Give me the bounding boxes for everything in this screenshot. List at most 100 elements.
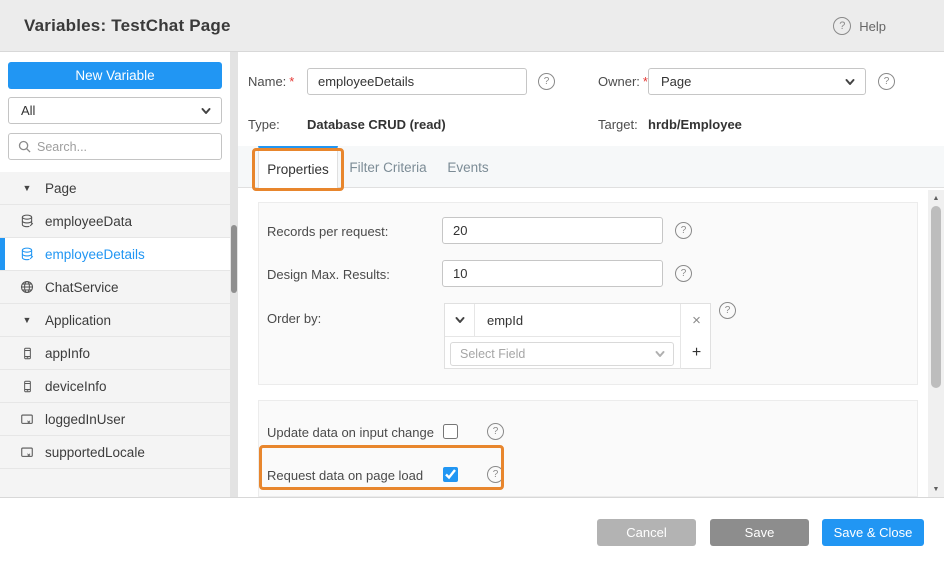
search-input[interactable] <box>37 140 221 154</box>
name-owner-row: Name:* ? Owner:* Page ? <box>238 68 944 95</box>
behavior-card: Update data on input change ? Request da… <box>258 400 918 497</box>
tree-group-page[interactable]: ▼ Page <box>0 172 230 205</box>
scroll-down-arrow[interactable]: ▼ <box>928 483 944 495</box>
sidebar-scrollbar-thumb[interactable] <box>231 225 237 293</box>
chevron-down-icon <box>845 77 855 87</box>
type-target-row: Type: Database CRUD (read) Target: hrdb/… <box>238 117 944 133</box>
tab-filter-criteria[interactable]: Filter Criteria <box>342 146 434 188</box>
required-asterisk: * <box>289 74 294 89</box>
tree-item-loggedinuser[interactable]: loggedInUser <box>0 403 230 436</box>
tree-item-label: ChatService <box>45 280 119 295</box>
name-label: Name:* <box>248 74 294 89</box>
variable-filter-value: All <box>21 103 35 118</box>
chevron-down-icon <box>201 106 211 116</box>
chevron-down-icon <box>455 315 465 325</box>
owner-select[interactable]: Page <box>648 68 866 95</box>
tree-item-deviceinfo[interactable]: deviceInfo <box>0 370 230 403</box>
variable-editor: Name:* ? Owner:* Page ? Type: Database C… <box>238 52 944 497</box>
variable-tree: ▼ Page employeeData employeeDetails <box>0 172 230 497</box>
order-by-actions: × + <box>680 304 711 369</box>
page-title: Variables: TestChat Page <box>24 16 231 36</box>
globe-icon <box>19 279 35 295</box>
owner-help-icon[interactable]: ? <box>878 73 895 90</box>
tree-group-label: Page <box>45 181 77 196</box>
dialog-header: Variables: TestChat Page ? Help <box>0 0 944 52</box>
tree-item-employeedata[interactable]: employeeData <box>0 205 230 238</box>
tree-item-label: deviceInfo <box>45 379 107 394</box>
name-help-icon[interactable]: ? <box>538 73 555 90</box>
tree-item-label: loggedInUser <box>45 412 125 427</box>
scroll-up-arrow[interactable]: ▲ <box>928 192 944 204</box>
owner-value: Page <box>661 74 691 89</box>
tree-item-chatservice[interactable]: ChatService <box>0 271 230 304</box>
tree-item-label: employeeData <box>45 214 132 229</box>
tree-item-label: appInfo <box>45 346 90 361</box>
select-field-dropdown[interactable]: Select Field <box>450 342 674 366</box>
variables-dialog: Variables: TestChat Page ? Help New Vari… <box>0 0 944 565</box>
search-icon <box>18 140 31 153</box>
order-direction-toggle[interactable] <box>445 304 475 337</box>
editor-tabbar: Properties Filter Criteria Events <box>238 146 944 188</box>
help-link[interactable]: ? Help <box>833 0 886 52</box>
order-by-widget: empId × + Select Field <box>444 303 711 369</box>
request-on-load-help-icon[interactable]: ? <box>487 466 504 483</box>
design-max-help-icon[interactable]: ? <box>675 265 692 282</box>
tree-item-supportedlocale[interactable]: supportedLocale <box>0 436 230 469</box>
target-label: Target: <box>598 117 638 132</box>
type-label: Type: <box>248 117 280 132</box>
collapse-arrow-icon: ▼ <box>19 312 35 328</box>
save-button[interactable]: Save <box>710 519 809 546</box>
order-by-current-row: empId <box>445 304 680 337</box>
cancel-button[interactable]: Cancel <box>597 519 696 546</box>
tab-events[interactable]: Events <box>438 146 498 188</box>
variable-icon <box>19 444 35 460</box>
design-max-results-input[interactable] <box>442 260 663 287</box>
request-on-load-checkbox[interactable] <box>443 467 458 482</box>
update-on-input-help-icon[interactable]: ? <box>487 423 504 440</box>
device-icon <box>19 345 35 361</box>
sidebar-scrollbar[interactable] <box>230 52 238 497</box>
content-scrollbar[interactable]: ▲ ▼ <box>928 190 944 497</box>
help-icon: ? <box>833 17 851 35</box>
variable-filter-select[interactable]: All <box>8 97 222 124</box>
records-per-request-label: Records per request: <box>267 224 388 239</box>
content-scrollbar-thumb[interactable] <box>931 206 941 388</box>
records-per-request-input[interactable] <box>442 217 663 244</box>
dialog-footer: Cancel Save Save & Close <box>0 497 944 565</box>
update-on-input-label: Update data on input change <box>267 425 434 440</box>
update-on-input-checkbox[interactable] <box>443 424 458 439</box>
collapse-arrow-icon: ▼ <box>19 180 35 196</box>
variable-icon <box>19 411 35 427</box>
selected-indicator <box>0 238 5 270</box>
properties-card: Records per request: ? Design Max. Resul… <box>258 202 918 385</box>
database-icon <box>19 213 35 229</box>
tab-properties[interactable]: Properties <box>258 146 338 189</box>
owner-label: Owner:* <box>598 74 648 89</box>
variables-sidebar: New Variable All ▼ Page employeeData <box>0 52 230 497</box>
tree-item-employeedetails[interactable]: employeeDetails <box>0 238 230 271</box>
type-value: Database CRUD (read) <box>307 117 446 132</box>
device-icon <box>19 378 35 394</box>
tree-item-appinfo[interactable]: appInfo <box>0 337 230 370</box>
records-help-icon[interactable]: ? <box>675 222 692 239</box>
select-field-placeholder: Select Field <box>460 347 525 361</box>
variable-search[interactable] <box>8 133 222 160</box>
tree-group-application[interactable]: ▼ Application <box>0 304 230 337</box>
save-and-close-button[interactable]: Save & Close <box>822 519 924 546</box>
help-label: Help <box>859 19 886 34</box>
tree-item-label: employeeDetails <box>45 247 145 262</box>
add-order-field-button[interactable]: + <box>681 337 712 369</box>
database-icon <box>19 246 35 262</box>
design-max-results-label: Design Max. Results: <box>267 267 390 282</box>
remove-order-field-button[interactable]: × <box>681 304 712 337</box>
chevron-down-icon <box>655 349 665 359</box>
target-value: hrdb/Employee <box>648 117 742 132</box>
order-by-label: Order by: <box>267 311 321 326</box>
name-input[interactable] <box>307 68 527 95</box>
order-by-field-value: empId <box>475 313 523 328</box>
request-on-load-label: Request data on page load <box>267 468 423 483</box>
tree-group-label: Application <box>45 313 111 328</box>
tree-item-label: supportedLocale <box>45 445 145 460</box>
new-variable-button[interactable]: New Variable <box>8 62 222 89</box>
order-by-help-icon[interactable]: ? <box>719 302 736 319</box>
